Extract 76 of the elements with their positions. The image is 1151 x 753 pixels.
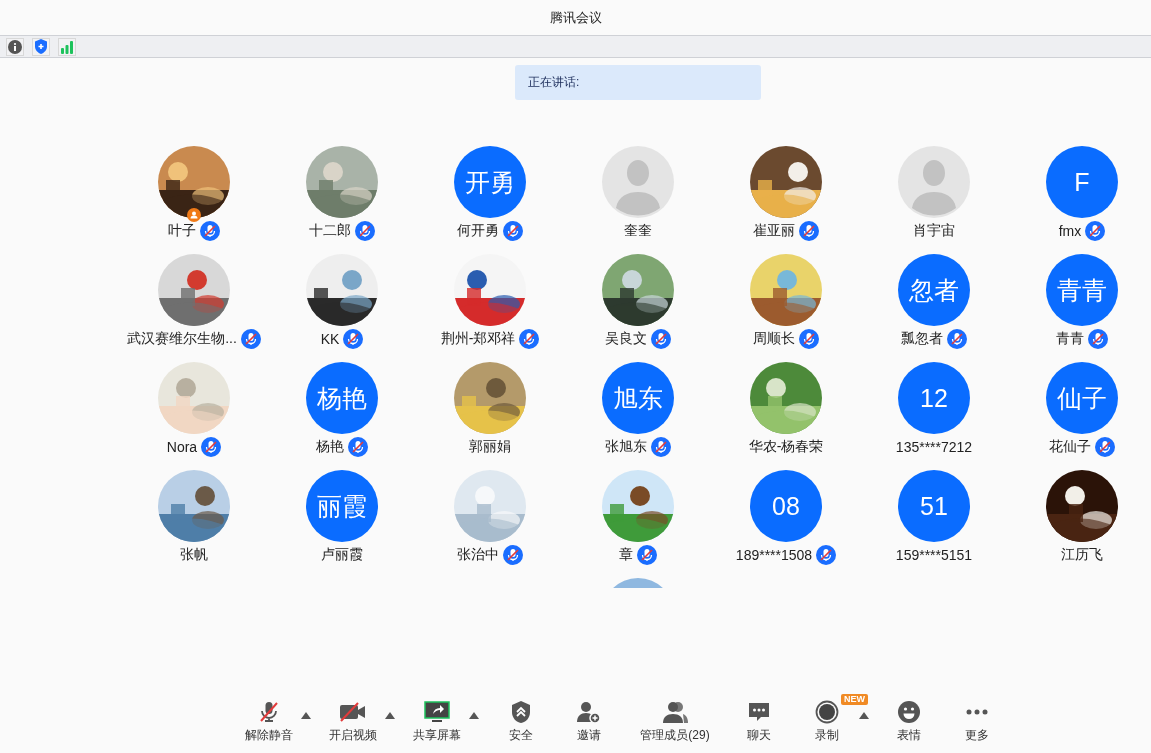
participant-name: 周顺长 [753,330,795,348]
initials-avatar: 51 [898,470,970,542]
participant-name: 卢丽霞 [321,546,363,564]
dropdown-button[interactable] [301,712,311,719]
dropdown-button[interactable] [385,712,395,719]
people-icon [661,700,689,724]
participant-name: 江历飞 [1061,546,1103,564]
participant-name: 135****7212 [895,439,973,455]
participant-name: 张治中 [457,546,499,564]
camera-off-icon [339,700,367,724]
window-title: 腾讯会议 [548,8,603,27]
default-avatar [898,146,970,218]
participant-name: 吴良文 [605,330,647,348]
participant-name: 瓢忽者 [901,330,943,348]
participant-name: 张帆 [180,546,208,564]
toolbar-button[interactable]: 聊天 [731,700,787,744]
participant-name: 花仙子 [1049,438,1091,456]
caret-icon [385,712,395,719]
toolbar-button[interactable]: 开启视频 [325,700,381,744]
initials-avatar: 仙子 [1046,362,1118,434]
toolbar-button[interactable]: 邀请 [561,700,617,744]
dropdown-button[interactable] [469,712,479,719]
caret-icon [301,712,311,719]
toolbar-button[interactable]: 安全 [493,700,549,744]
participant-name: 叶子 [168,222,196,240]
shield-button[interactable] [32,37,50,56]
participant-name: 章 [619,546,633,564]
new-badge: NEW [841,694,868,705]
participant-name: 荆州-郑邓祥 [440,330,516,348]
participant-name: 郭丽娟 [469,438,511,456]
smiley-icon [897,700,921,724]
record-icon [815,700,839,724]
muted-mic-icon [257,700,281,724]
participant-name: 武汉赛维尔生物... [127,330,237,348]
signal-icon [60,39,74,54]
initials-avatar: F [1046,146,1118,218]
initials-avatar: 杨艳 [306,362,378,434]
participant-name: 崔亚丽 [753,222,795,240]
toolbar-button[interactable]: 表情 [881,700,937,744]
add-person-icon [576,700,602,724]
participant-name: 何开勇 [457,222,499,240]
participant-name: 189****1508 [735,547,813,563]
share-screen-icon [424,700,450,724]
initials-avatar: 青青 [1046,254,1118,326]
participant-name: fmx [1058,223,1082,239]
toolbar-button[interactable]: 更多 [949,700,1005,744]
toolbar-button[interactable]: 解除静音 [241,700,297,744]
initials-avatar: 忽者 [898,254,970,326]
shield-icon [34,39,48,54]
toolbar-button[interactable]: 共享屏幕 [409,700,465,744]
more-icon [964,709,990,715]
initials-avatar: 丽霞 [306,470,378,542]
participant-name: Nora [166,439,198,455]
participant-name: KK [320,331,340,347]
shield-icon [510,700,532,724]
participant-name: 十二郎 [309,222,351,240]
default-avatar [602,146,674,218]
info-icon [8,39,22,54]
initials-avatar: 12 [898,362,970,434]
participant-name: 青青 [1056,330,1084,348]
initials-avatar: 08 [750,470,822,542]
speaker-label: 正在讲话: [515,65,761,100]
initials-avatar: 旭东 [602,362,674,434]
chat-icon [747,700,771,724]
info-button[interactable] [6,37,24,56]
participant-name: 肖宇宙 [913,222,955,240]
caret-icon [859,712,869,719]
participant-name: 华农-杨春荣 [748,438,824,456]
caret-icon [469,712,479,719]
participant-name: 杨艳 [316,438,344,456]
participant-name: 张旭东 [605,438,647,456]
participant-name: 159****5151 [895,547,973,563]
participant-name: 奎奎 [624,222,652,240]
toolbar-button[interactable]: 管理成员(29) [633,700,717,744]
dropdown-button[interactable] [859,712,869,719]
initials-avatar: 开勇 [454,146,526,218]
